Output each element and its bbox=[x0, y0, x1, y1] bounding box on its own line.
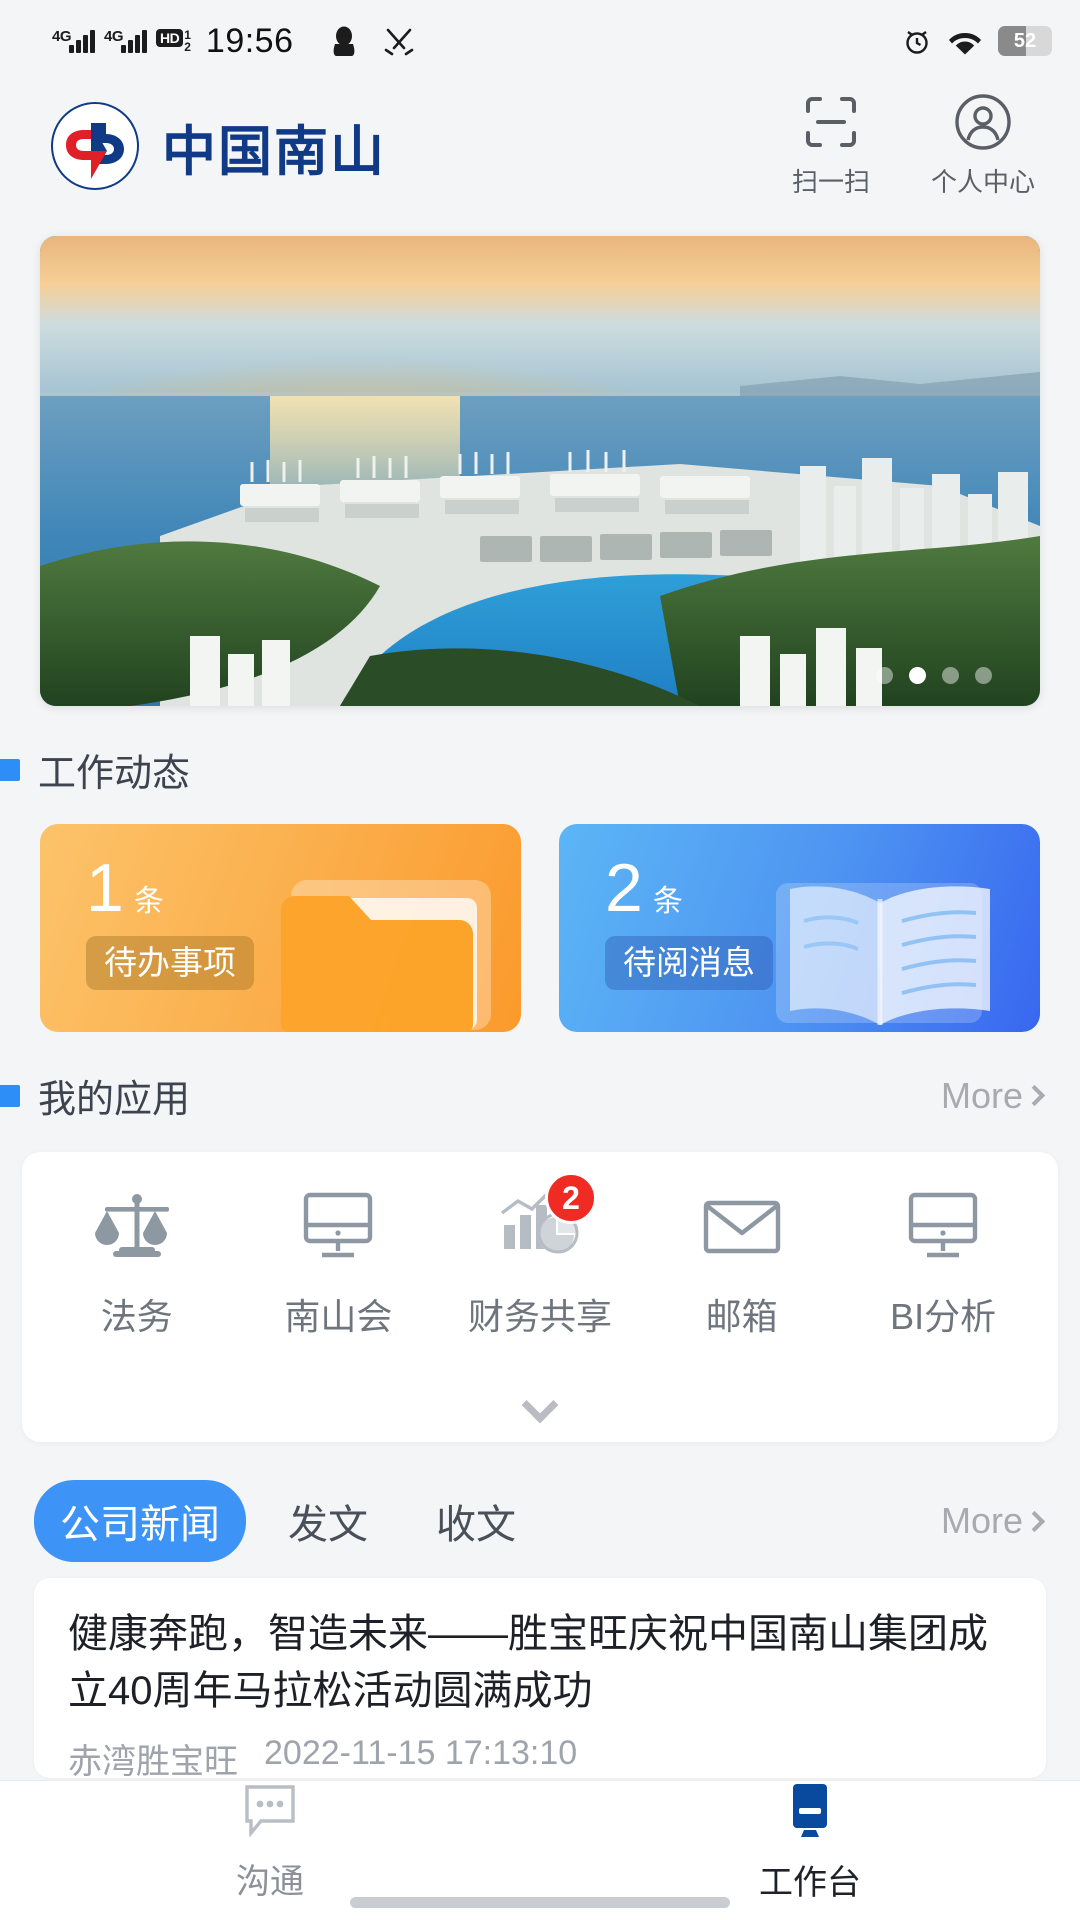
app-label: 财务共享 bbox=[467, 1296, 612, 1337]
news-list-item[interactable]: 健康奔跑，智造未来——胜宝旺庆祝中国南山集团成立40周年马拉松活动圆满成功 赤湾… bbox=[34, 1578, 1046, 1778]
work-status-title: 工作动态 bbox=[38, 753, 191, 795]
news-time: 2022-11-15 17:13:10 bbox=[264, 1733, 578, 1772]
logo-mark-icon bbox=[50, 101, 140, 191]
home-indicator bbox=[350, 1897, 730, 1908]
chat-bubble-icon bbox=[241, 1781, 299, 1842]
banner-carousel[interactable] bbox=[40, 236, 1040, 706]
todo-count: 1 bbox=[86, 850, 124, 926]
chevron-down-icon bbox=[521, 1386, 559, 1424]
section-marker bbox=[0, 758, 20, 781]
app-item-finance-share[interactable]: 2 财务共享 bbox=[439, 1172, 641, 1340]
tab-company-news[interactable]: 公司新闻 bbox=[34, 1480, 246, 1562]
my-apps-more-label: More bbox=[940, 1074, 1023, 1116]
header-actions: 扫一扫 个人中心 bbox=[770, 93, 1044, 199]
scan-button[interactable]: 扫一扫 bbox=[770, 93, 892, 199]
status-bar: 4G 4G HD 1 2 19:56 52 bbox=[0, 0, 1080, 82]
carousel-dot[interactable] bbox=[975, 667, 992, 684]
chevron-right-icon bbox=[1023, 1510, 1046, 1532]
app-root: 4G 4G HD 1 2 19:56 52 中国南山 扫一扫 个人中心 工作动态… bbox=[0, 0, 1080, 1920]
app-label: 邮箱 bbox=[705, 1296, 778, 1337]
todo-unit: 条 bbox=[133, 885, 164, 918]
nav-label: 工作台 bbox=[759, 1863, 861, 1902]
todo-label: 待办事项 bbox=[86, 936, 254, 991]
signal-icon-1: 4G bbox=[52, 27, 95, 53]
unread-card[interactable]: 2 条 待阅消息 bbox=[559, 824, 1040, 1032]
qq-penguin-icon bbox=[331, 25, 357, 57]
my-apps-panel: 法务 南山会 2 财务共享 邮箱 BI分析 bbox=[22, 1152, 1058, 1442]
status-bar-left: 4G 4G HD 1 2 19:56 bbox=[52, 22, 414, 61]
chart-icon: 2 bbox=[495, 1172, 597, 1266]
alarm-icon bbox=[902, 26, 932, 56]
person-icon bbox=[954, 93, 1012, 156]
my-apps-more-button[interactable]: More bbox=[940, 1074, 1046, 1117]
news-meta: 赤湾胜宝旺 2022-11-15 17:13:10 bbox=[68, 1734, 1012, 1778]
workbench-monitor-icon bbox=[781, 1780, 839, 1843]
banner-image bbox=[40, 236, 1040, 706]
app-badge: 2 bbox=[544, 1172, 597, 1224]
battery-percent: 52 bbox=[1013, 30, 1037, 52]
app-item-nanshan-meeting[interactable]: 南山会 bbox=[238, 1188, 440, 1340]
unread-card-content: 2 条 待阅消息 bbox=[559, 824, 1040, 991]
brand: 中国南山 bbox=[50, 101, 386, 191]
monitor-icon bbox=[293, 1188, 383, 1266]
hd-volte-icon: HD 1 2 bbox=[156, 29, 191, 53]
unread-label: 待阅消息 bbox=[605, 936, 773, 991]
profile-button[interactable]: 个人中心 bbox=[922, 93, 1044, 199]
battery-icon: 52 bbox=[998, 26, 1052, 56]
app-label: 法务 bbox=[100, 1296, 173, 1337]
unread-count: 2 bbox=[605, 850, 643, 926]
news-title: 健康奔跑，智造未来——胜宝旺庆祝中国南山集团成立40周年马拉松活动圆满成功 bbox=[68, 1612, 988, 1713]
carousel-dots[interactable] bbox=[876, 667, 992, 684]
apps-expand-button[interactable] bbox=[22, 1386, 1058, 1424]
app-item-legal[interactable]: 法务 bbox=[36, 1188, 238, 1340]
signal-icon-2: 4G bbox=[104, 27, 147, 53]
todo-card[interactable]: 1 条 待办事项 bbox=[40, 824, 521, 1032]
tab-outgoing-docs[interactable]: 发文 bbox=[262, 1480, 394, 1562]
nav-label: 沟通 bbox=[236, 1862, 304, 1901]
profile-label: 个人中心 bbox=[930, 167, 1035, 197]
monitor-icon bbox=[898, 1188, 988, 1266]
unread-unit: 条 bbox=[652, 885, 683, 918]
unread-count-row: 2 条 bbox=[605, 854, 1040, 922]
hd-sub-bottom: 2 bbox=[184, 40, 191, 54]
my-apps-grid: 法务 南山会 2 财务共享 邮箱 BI分析 bbox=[22, 1152, 1058, 1340]
hd-label: HD bbox=[156, 29, 184, 47]
news-more-button[interactable]: More bbox=[940, 1500, 1046, 1542]
work-status-cards: 1 条 待办事项 2 条 待阅消息 bbox=[40, 824, 1040, 1032]
news-source: 赤湾胜宝旺 bbox=[68, 1742, 238, 1778]
scan-label: 扫一扫 bbox=[791, 167, 870, 197]
carousel-dot[interactable] bbox=[876, 667, 893, 684]
tools-icon bbox=[384, 26, 414, 56]
network-type-1: 4G bbox=[52, 27, 72, 45]
my-apps-title: 我的应用 bbox=[38, 1079, 191, 1121]
status-bar-right: 52 bbox=[902, 26, 1052, 56]
scales-icon bbox=[92, 1188, 182, 1266]
scan-icon bbox=[802, 93, 860, 156]
brand-title: 中国南山 bbox=[162, 121, 386, 182]
wifi-icon bbox=[948, 27, 982, 55]
bottom-nav: 沟通 工作台 bbox=[0, 1780, 1080, 1920]
app-label: BI分析 bbox=[890, 1296, 997, 1337]
network-type-2: 4G bbox=[104, 27, 124, 45]
carousel-dot-active[interactable] bbox=[909, 667, 926, 684]
section-marker bbox=[0, 1084, 20, 1107]
status-bar-clock: 19:56 bbox=[205, 21, 294, 60]
tab-incoming-docs[interactable]: 收文 bbox=[410, 1480, 542, 1562]
carousel-dot[interactable] bbox=[942, 667, 959, 684]
app-header: 中国南山 扫一扫 个人中心 bbox=[0, 82, 1080, 210]
todo-count-row: 1 条 bbox=[86, 854, 521, 922]
news-more-label: More bbox=[940, 1500, 1023, 1541]
envelope-icon bbox=[697, 1188, 787, 1266]
app-item-bi-analysis[interactable]: BI分析 bbox=[842, 1188, 1044, 1340]
work-status-section-header: 工作动态 bbox=[0, 742, 1080, 797]
my-apps-section-header: 我的应用 More bbox=[0, 1068, 1080, 1123]
todo-card-content: 1 条 待办事项 bbox=[40, 824, 521, 991]
app-label: 南山会 bbox=[284, 1296, 393, 1337]
chevron-right-icon bbox=[1023, 1084, 1046, 1107]
news-tabs: 公司新闻 发文 收文 More bbox=[0, 1480, 1080, 1562]
app-item-mailbox[interactable]: 邮箱 bbox=[641, 1188, 843, 1340]
